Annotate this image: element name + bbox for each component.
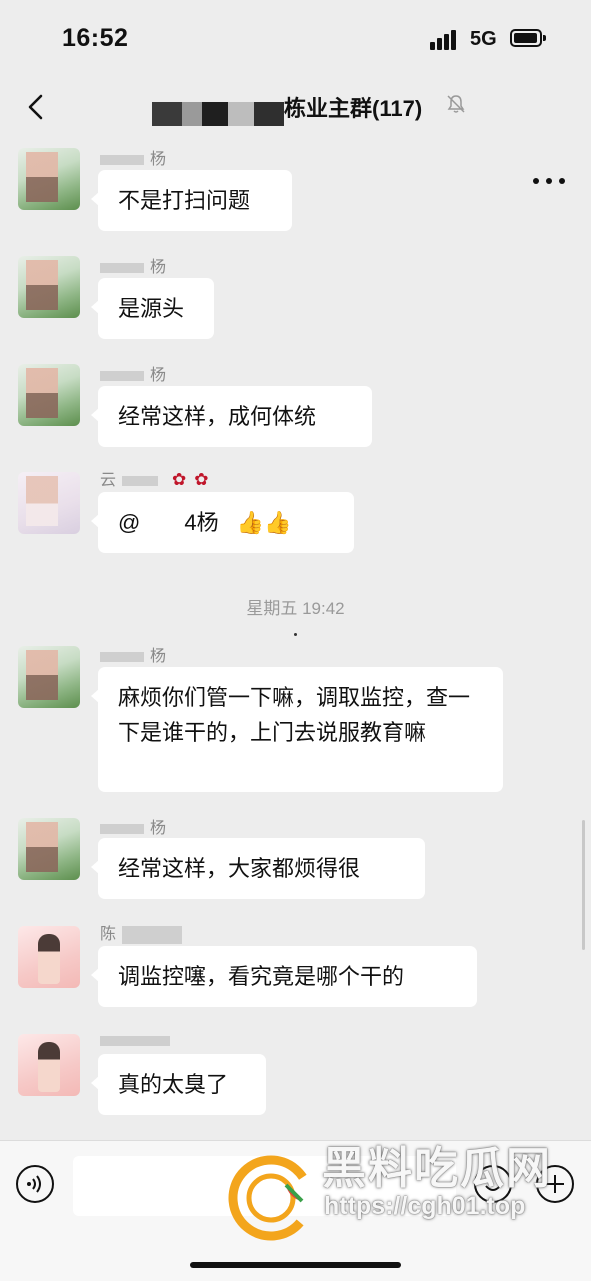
watermark-text: 黑料吃瓜网 — [322, 1144, 552, 1193]
voice-input-icon[interactable] — [16, 1165, 54, 1203]
home-indicator — [190, 1262, 401, 1268]
signal-icon — [430, 30, 464, 50]
message-bubble[interactable]: 不是打扫问题 — [91, 170, 292, 231]
message-bubble[interactable]: 经常这样，成何体统 — [91, 386, 372, 447]
message-bubble[interactable]: @4杨 👍👍 — [91, 492, 354, 553]
rose-icon: ✿ — [172, 470, 187, 489]
avatar[interactable] — [18, 926, 80, 988]
more-icon[interactable] — [532, 174, 566, 188]
avatar[interactable] — [18, 818, 80, 880]
sender-name: 杨 — [100, 814, 166, 837]
message-bubble[interactable]: 调监控噻，看究竟是哪个干的 — [91, 946, 477, 1007]
rose-icon: ✿ — [194, 470, 209, 489]
sender-name: 杨 — [100, 361, 166, 384]
mention-text: 4杨 — [184, 510, 219, 535]
message-bubble[interactable]: 麻烦你们管一下嘛，调取监控，查一下是谁干的，上门去说服教育嘛 — [91, 667, 503, 792]
back-icon[interactable] — [22, 92, 52, 122]
sender-name: 杨 — [100, 642, 166, 665]
time-separator: 星期五 19:42 — [246, 599, 345, 618]
dot-marker — [294, 633, 297, 636]
status-time: 16:52 — [62, 24, 129, 52]
chat-title: 栋业主群(117) — [284, 96, 423, 121]
battery-icon — [510, 29, 546, 47]
message-bubble[interactable]: 真的太臭了 — [91, 1054, 266, 1115]
watermark-url: https://cgh01.top — [324, 1192, 526, 1220]
sender-name: 云 ✿ ✿ — [100, 470, 209, 489]
title-redaction — [152, 102, 284, 126]
message-bubble[interactable]: 是源头 — [91, 278, 214, 339]
sender-name: 杨 — [100, 145, 166, 168]
avatar[interactable] — [18, 646, 80, 708]
avatar[interactable] — [18, 1034, 80, 1096]
avatar[interactable] — [18, 256, 80, 318]
status-bar: 16:52 5G — [0, 0, 591, 78]
sender-name: 杨 — [100, 253, 166, 276]
scrollbar[interactable] — [582, 820, 585, 950]
avatar[interactable] — [18, 472, 80, 534]
sender-name — [100, 1032, 176, 1052]
thumbs-up-icon: 👍 — [236, 510, 264, 535]
avatar[interactable] — [18, 148, 80, 210]
network-type: 5G — [470, 28, 497, 50]
mute-bell-icon — [447, 95, 465, 113]
message-bubble[interactable]: 经常这样，大家都烦得很 — [91, 838, 425, 899]
thumbs-up-icon: 👍 — [264, 510, 292, 535]
avatar[interactable] — [18, 364, 80, 426]
watermark-logo-icon — [228, 1155, 314, 1241]
sender-name: 陈 — [100, 920, 188, 944]
